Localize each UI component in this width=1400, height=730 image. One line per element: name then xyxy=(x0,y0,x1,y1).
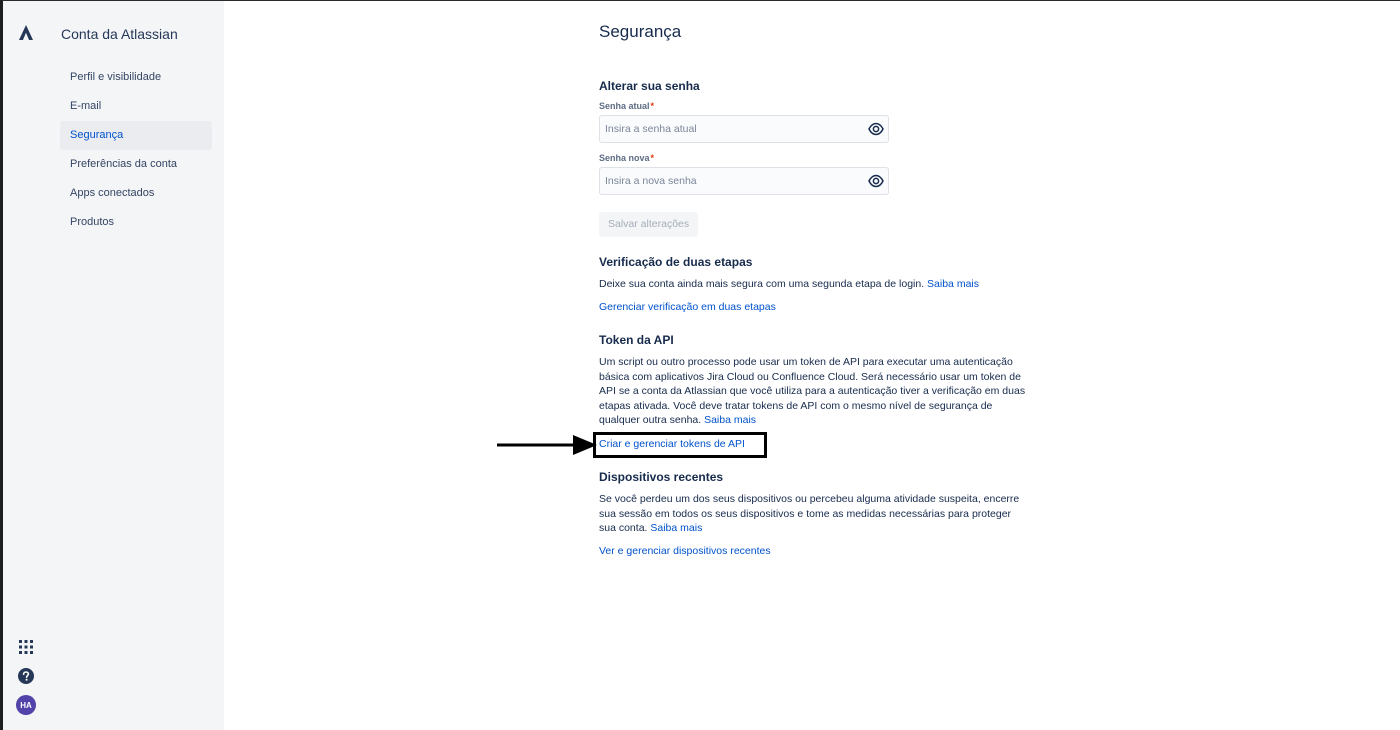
two-step-learn-more-link[interactable]: Saiba mais xyxy=(927,278,979,290)
app-window: HA Conta da Atlassian Perfil e visibilid… xyxy=(0,0,1400,730)
product-title: Conta da Atlassian xyxy=(61,26,178,42)
two-step-title: Verificação de duas etapas xyxy=(599,255,753,269)
devices-learn-more-link[interactable]: Saiba mais xyxy=(650,522,702,534)
required-mark: * xyxy=(650,153,655,163)
current-password-label: Senha atual* xyxy=(599,101,655,111)
api-token-title: Token da API xyxy=(599,333,674,347)
api-token-link-highlight: Criar e gerenciar tokens de API xyxy=(593,432,767,458)
new-password-field xyxy=(599,167,889,195)
current-password-input[interactable] xyxy=(600,116,860,142)
two-step-description: Deixe sua conta ainda mais segura com um… xyxy=(599,278,979,290)
sidebar-item-products[interactable]: Produtos xyxy=(60,208,212,237)
app-switcher-icon[interactable] xyxy=(15,636,37,658)
new-password-label: Senha nova* xyxy=(599,153,655,163)
api-token-description: Um script ou outro processo pode usar um… xyxy=(599,356,1026,427)
account-sidebar: Conta da Atlassian Perfil e visibilidade… xyxy=(55,1,224,730)
sidebar-item-connected-apps[interactable]: Apps conectados xyxy=(60,179,212,208)
sidebar-nav: Perfil e visibilidade E-mail Segurança P… xyxy=(60,63,212,237)
sidebar-item-account-preferences[interactable]: Preferências da conta xyxy=(60,150,212,179)
save-changes-button[interactable]: Salvar alterações xyxy=(599,212,699,237)
sidebar-item-security[interactable]: Segurança xyxy=(60,121,212,150)
required-mark: * xyxy=(650,101,655,111)
atlassian-logo-icon[interactable] xyxy=(16,23,36,43)
manage-two-step-link[interactable]: Gerenciar verificação em duas etapas xyxy=(599,301,776,313)
show-password-icon[interactable] xyxy=(868,122,884,136)
sidebar-item-email[interactable]: E-mail xyxy=(60,92,212,121)
page-title: Segurança xyxy=(599,22,682,41)
sidebar-item-profile[interactable]: Perfil e visibilidade xyxy=(60,63,212,92)
global-rail: HA xyxy=(3,1,55,730)
new-password-input[interactable] xyxy=(600,168,860,194)
avatar[interactable]: HA xyxy=(15,694,37,716)
manage-api-tokens-link[interactable]: Criar e gerenciar tokens de API xyxy=(599,438,745,450)
help-icon[interactable] xyxy=(15,665,37,687)
change-password-title: Alterar sua senha xyxy=(599,79,700,93)
current-password-field xyxy=(599,115,889,143)
show-password-icon[interactable] xyxy=(868,174,884,188)
avatar-initials: HA xyxy=(16,695,36,715)
recent-devices-description: Se você perdeu um dos seus dispositivos … xyxy=(599,493,1020,535)
manage-recent-devices-link[interactable]: Ver e gerenciar dispositivos recentes xyxy=(599,545,771,557)
recent-devices-title: Dispositivos recentes xyxy=(599,470,724,484)
api-token-learn-more-link[interactable]: Saiba mais xyxy=(704,414,756,426)
annotation-arrow-icon xyxy=(497,435,597,455)
